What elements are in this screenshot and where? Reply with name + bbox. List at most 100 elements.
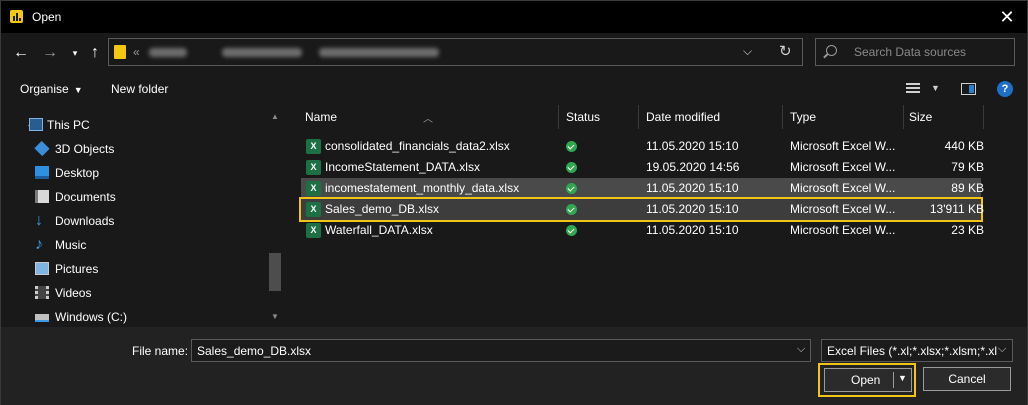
file-type: Microsoft Excel W... [790, 223, 896, 237]
filter-chevron-down-icon[interactable]: ⌵ [998, 343, 1006, 356]
breadcrumb-redacted-2[interactable] [222, 48, 302, 57]
recent-locations-chevron-icon[interactable]: ▾ [65, 43, 85, 63]
sort-ascending-icon: ︿ [423, 114, 433, 125]
video-icon [35, 286, 49, 299]
file-name: IncomeStatement_DATA.xlsx [325, 160, 480, 174]
file-name: consolidated_financials_data2.xlsx [325, 139, 510, 153]
nav-label: 3D Objects [55, 142, 115, 156]
nav-label: Desktop [55, 166, 100, 180]
address-dropdown-chevron-icon[interactable]: ⌵ [743, 44, 752, 59]
file-list: Name ︿ Status Date modified Type Size X … [293, 103, 1028, 327]
close-icon[interactable]: ✕ [995, 5, 1019, 29]
file-date: 11.05.2020 15:10 [646, 139, 739, 153]
view-chevron-down-icon[interactable]: ▼ [931, 83, 940, 93]
open-label: Open [851, 373, 881, 387]
back-arrow-icon[interactable]: ← [11, 43, 31, 63]
breadcrumb-redacted-1[interactable] [149, 48, 187, 57]
chevron-down-icon: ▼ [73, 85, 83, 95]
breadcrumb-overflow[interactable]: « [133, 45, 140, 59]
search-box[interactable]: Search Data sources [815, 38, 1015, 66]
scroll-down-icon[interactable]: ▼ [271, 312, 279, 321]
preview-pane-icon[interactable] [961, 83, 976, 95]
computer-icon [29, 118, 43, 131]
column-header-name[interactable]: Name ︿ [293, 103, 558, 131]
open-button[interactable]: Open ▼ [824, 368, 912, 392]
nav-label: Documents [55, 190, 116, 204]
file-size: 440 KB [944, 139, 984, 153]
dialog-footer: File name: Sales_demo_DB.xlsx ⌵ Excel Fi… [1, 327, 1027, 405]
excel-file-icon: X [306, 202, 321, 217]
nav-item-this-pc[interactable]: ⌄ This PC [1, 113, 266, 137]
open-options-chevron-icon[interactable]: ▼ [898, 373, 907, 383]
help-icon[interactable]: ? [997, 81, 1013, 97]
scroll-up-icon[interactable]: ▲ [271, 112, 279, 121]
view-options-icon[interactable] [906, 83, 920, 94]
new-folder-button[interactable]: New folder [111, 82, 168, 96]
file-row[interactable]: X IncomeStatement_DATA.xlsx 19.05.2020 1… [301, 157, 984, 178]
column-header-size[interactable]: Size [904, 103, 982, 131]
column-divider[interactable] [983, 105, 984, 129]
nav-label: Music [55, 238, 87, 252]
folder-icon [114, 45, 126, 59]
file-name-label: File name: [132, 344, 189, 358]
excel-file-icon: X [306, 223, 321, 238]
nav-label: Windows (C:) [55, 310, 128, 324]
file-name: incomestatement_monthly_data.xlsx [325, 181, 520, 195]
cancel-button[interactable]: Cancel [923, 367, 1011, 391]
column-header-type[interactable]: Type [783, 103, 902, 131]
address-bar[interactable]: « ⌵ ↻ [108, 38, 803, 66]
nav-scrollbar[interactable]: ▲ ▼ [268, 108, 282, 323]
download-icon [35, 214, 49, 227]
file-date: 11.05.2020 15:10 [646, 223, 739, 237]
split-divider [893, 372, 894, 388]
file-date: 19.05.2020 14:56 [646, 160, 740, 174]
nav-item-downloads[interactable]: Downloads [1, 209, 266, 233]
up-arrow-icon[interactable]: ↑ [85, 43, 105, 63]
column-header-date[interactable]: Date modified [639, 103, 782, 131]
breadcrumb-redacted-3[interactable] [319, 48, 439, 57]
search-icon [826, 45, 837, 56]
file-name-dropdown-chevron-icon[interactable]: ⌵ [797, 343, 805, 356]
sync-ok-icon [566, 183, 577, 194]
column-header-status[interactable]: Status [559, 103, 637, 131]
nav-item-videos[interactable]: Videos [1, 281, 266, 305]
excel-file-icon: X [306, 160, 321, 175]
scrollbar-thumb[interactable] [269, 253, 281, 291]
organise-label: Organise [20, 82, 69, 96]
nav-item-pictures[interactable]: Pictures [1, 257, 266, 281]
organise-button[interactable]: Organise ▼ [20, 82, 83, 96]
nav-label: Videos [55, 286, 92, 300]
nav-item-3d-objects[interactable]: 3D Objects [1, 137, 266, 161]
open-dialog: Open ✕ ← → ▾ ↑ « ⌵ ↻ Search Data sources… [0, 0, 1028, 405]
title-bar: Open ✕ [1, 1, 1027, 33]
file-date: 11.05.2020 15:10 [646, 181, 739, 195]
file-name: Waterfall_DATA.xlsx [325, 223, 433, 237]
file-row-hovered[interactable]: X incomestatement_monthly_data.xlsx 11.0… [301, 178, 984, 199]
nav-label: Downloads [55, 214, 115, 228]
refresh-icon[interactable]: ↻ [779, 42, 792, 60]
nav-item-music[interactable]: Music [1, 233, 266, 257]
file-row[interactable]: X Waterfall_DATA.xlsx 11.05.2020 15:10 M… [301, 220, 984, 241]
nav-item-windows-c[interactable]: Windows (C:) [1, 305, 266, 329]
file-row-selected[interactable]: X Sales_demo_DB.xlsx 11.05.2020 15:10 Mi… [299, 197, 984, 222]
file-type: Microsoft Excel W... [790, 181, 896, 195]
nav-label: This PC [47, 118, 90, 132]
file-type-filter[interactable]: Excel Files (*.xl;*.xlsx;*.xlsm;*.xl [821, 339, 1013, 362]
forward-arrow-icon[interactable]: → [40, 43, 60, 63]
power-bi-icon [10, 10, 23, 23]
column-label: Status [566, 110, 601, 124]
nav-item-desktop[interactable]: Desktop [1, 161, 266, 185]
sync-ok-icon [566, 204, 577, 215]
sync-ok-icon [566, 225, 577, 236]
sync-ok-icon [566, 141, 577, 152]
nav-item-documents[interactable]: Documents [1, 185, 266, 209]
file-name-input[interactable]: Sales_demo_DB.xlsx [191, 339, 811, 362]
sync-ok-icon [566, 162, 577, 173]
file-row[interactable]: X consolidated_financials_data2.xlsx 11.… [301, 136, 984, 157]
file-type: Microsoft Excel W... [790, 202, 896, 216]
file-size: 23 KB [951, 223, 984, 237]
desktop-icon [35, 166, 49, 179]
nav-label: Pictures [55, 262, 99, 276]
file-name: Sales_demo_DB.xlsx [325, 202, 440, 216]
music-icon [35, 238, 49, 251]
